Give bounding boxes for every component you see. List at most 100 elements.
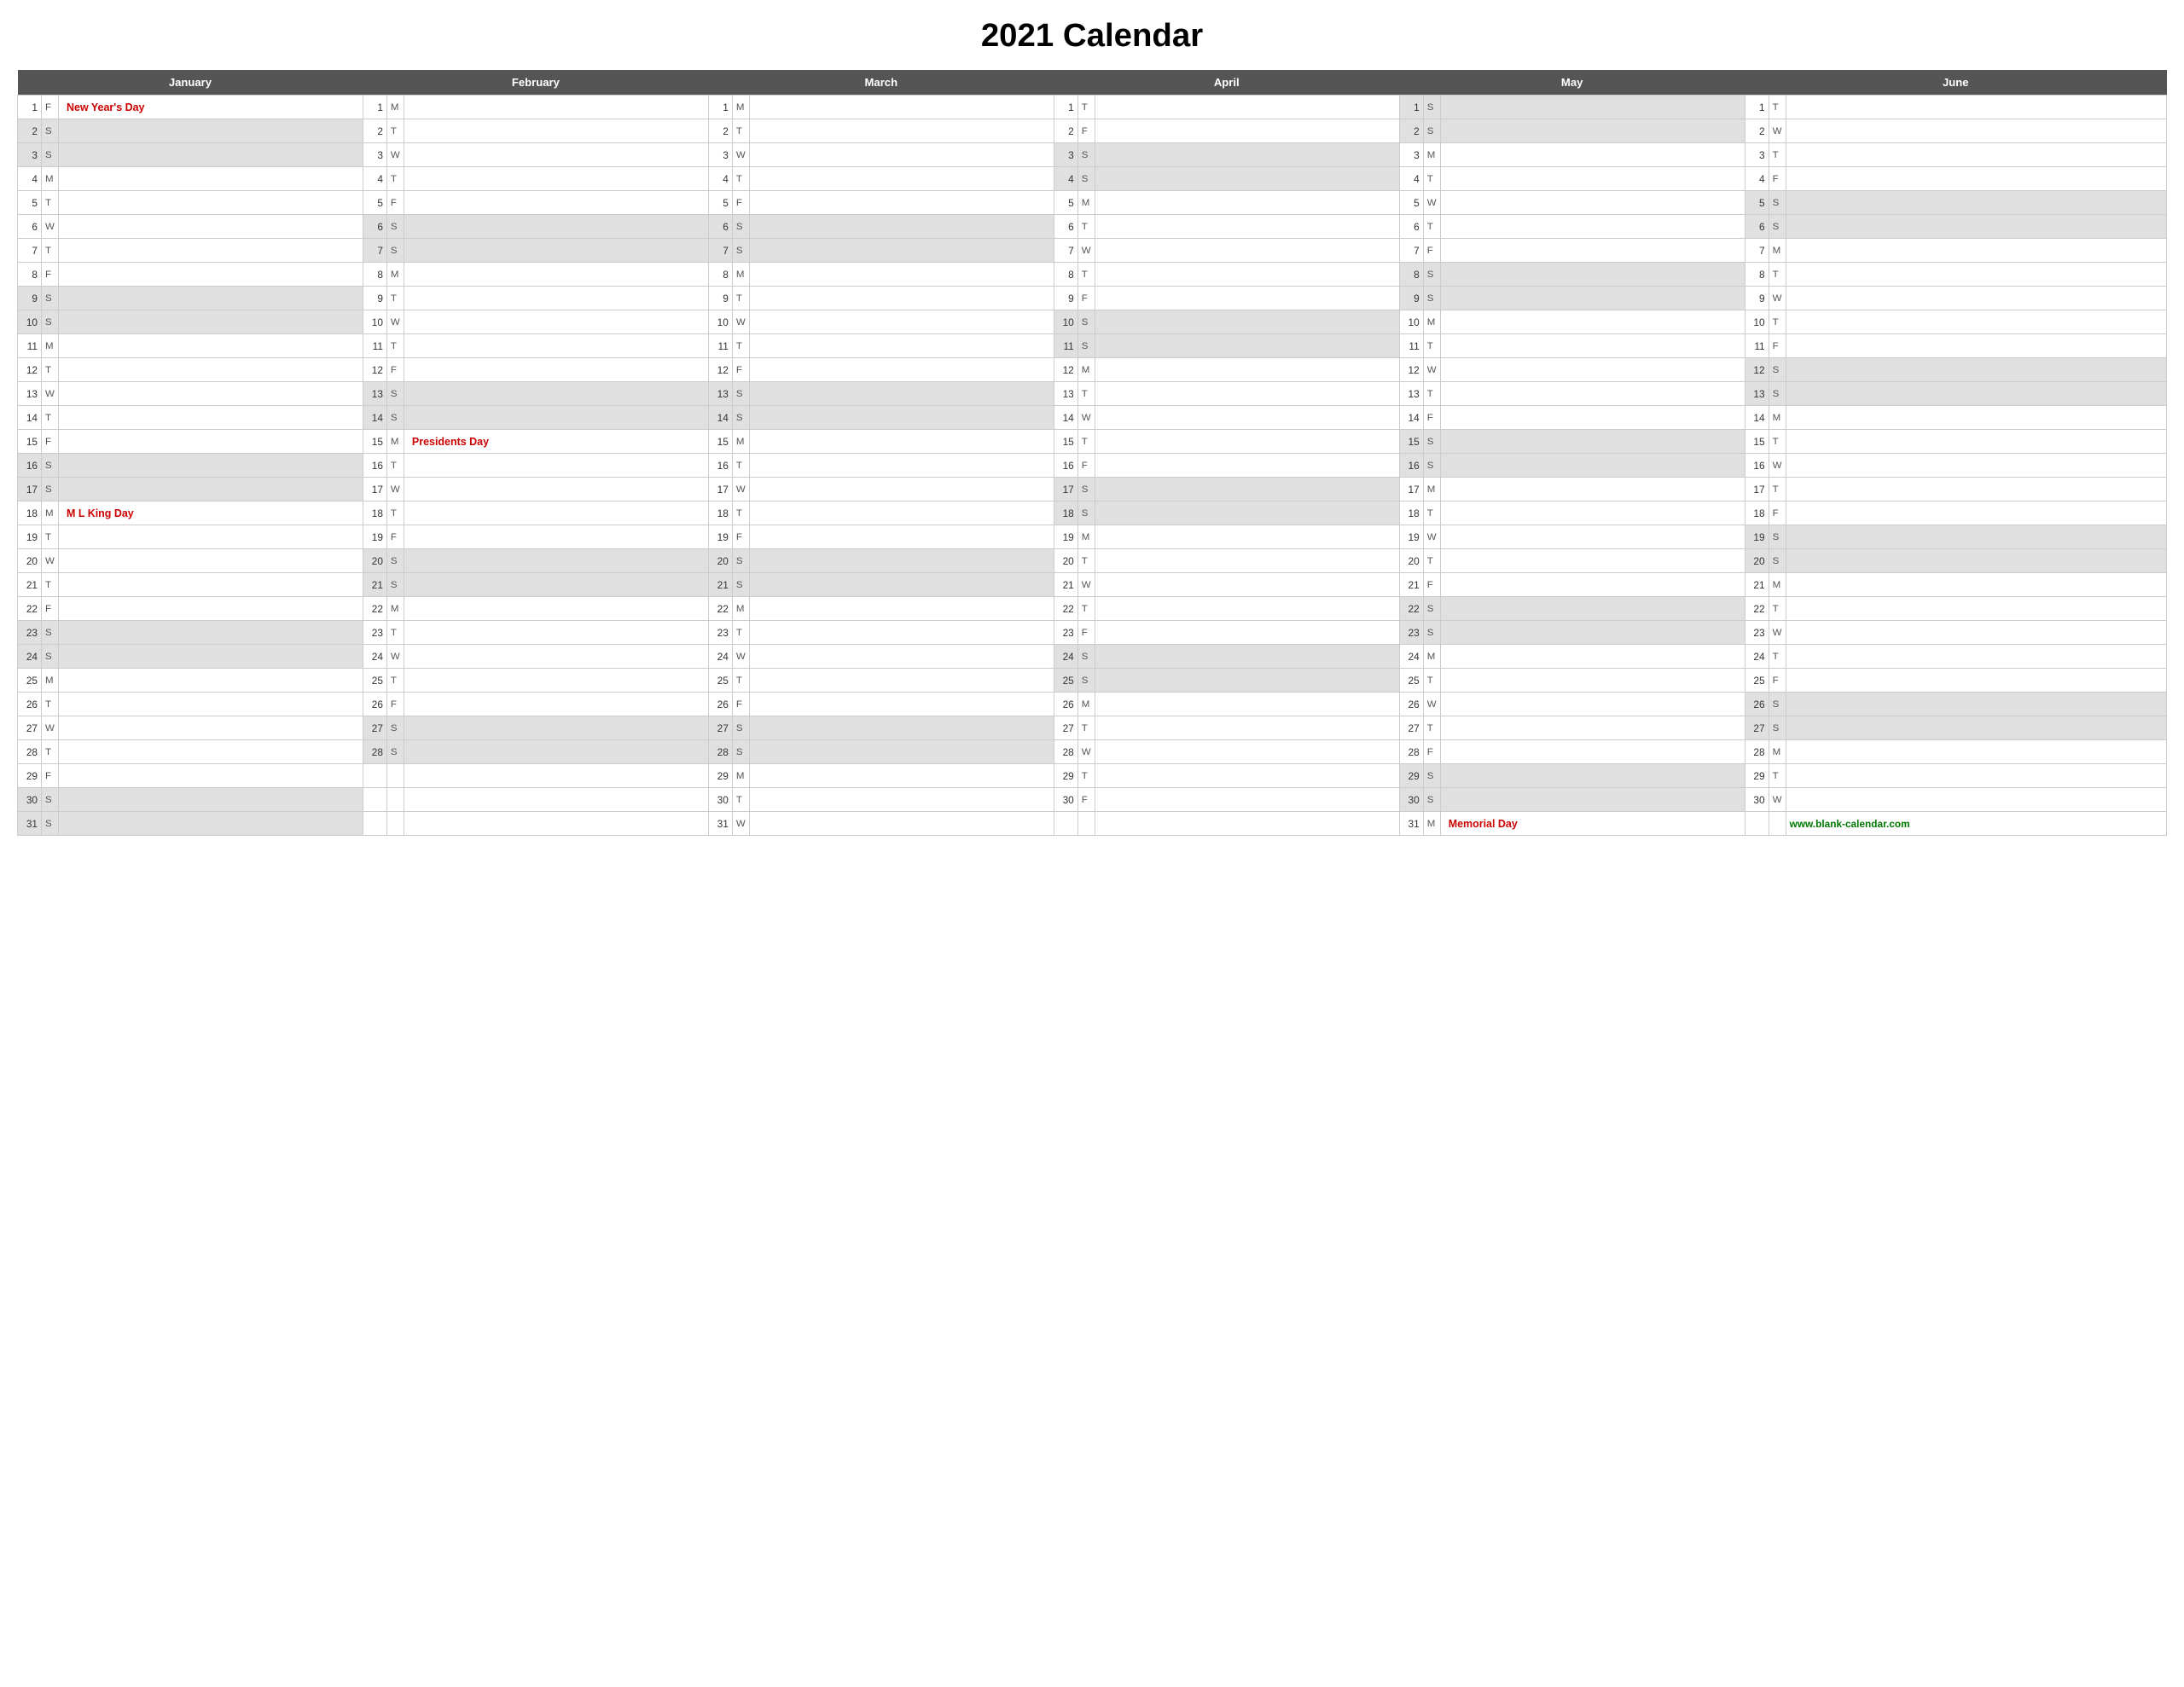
day-number: 15 [1054,430,1077,454]
day-number: 13 [1054,382,1077,406]
day-number: 14 [1399,406,1423,430]
day-number: 13 [18,382,42,406]
calendar-row: 10S10W10W10S10M10T [18,310,2167,334]
day-number: 4 [1054,167,1077,191]
day-letter: S [386,215,404,239]
day-letter: M [1423,310,1440,334]
day-number: 13 [1745,382,1769,406]
day-event [1440,263,1745,287]
day-letter: T [1423,669,1440,693]
day-event [1095,310,1399,334]
day-number: 8 [363,263,386,287]
day-letter: F [732,693,749,716]
day-number: 1 [1745,96,1769,119]
day-number: 4 [1745,167,1769,191]
day-number: 15 [1399,430,1423,454]
day-event [59,812,363,836]
day-event [404,716,708,740]
day-event [404,334,708,358]
day-letter: S [732,549,749,573]
calendar-row: 18MM L King Day18T18T18S18T18F [18,501,2167,525]
day-event [1786,334,2166,358]
day-letter: F [1077,621,1095,645]
day-number: 6 [1745,215,1769,239]
day-letter: S [1077,669,1095,693]
day-event: New Year's Day [59,96,363,119]
day-event [404,96,708,119]
day-event [59,693,363,716]
day-number: 11 [1399,334,1423,358]
day-event [1786,287,2166,310]
day-event [1440,334,1745,358]
calendar-row: 22F22M22M22T22S22T [18,597,2167,621]
day-letter: S [42,287,59,310]
day-letter: T [1769,764,1786,788]
day-event [404,358,708,382]
day-event [1095,454,1399,478]
calendar-row: 5T5F5F5M5W5S [18,191,2167,215]
day-number: 19 [1054,525,1077,549]
calendar-row: 31S31W31MMemorial Daywww.blank-calendar.… [18,812,2167,836]
calendar-row: 24S24W24W24S24M24T [18,645,2167,669]
day-number [1054,812,1077,836]
calendar-row: 14T14S14S14W14F14M [18,406,2167,430]
day-event [749,382,1054,406]
day-letter: S [386,740,404,764]
day-event [404,788,708,812]
day-event [1440,239,1745,263]
day-event [1786,740,2166,764]
day-event [1786,645,2166,669]
day-letter: S [386,382,404,406]
day-letter: S [42,478,59,501]
day-number: 19 [363,525,386,549]
day-number: 11 [708,334,732,358]
day-letter: M [386,263,404,287]
day-letter: T [42,406,59,430]
day-event [404,669,708,693]
day-number: 18 [363,501,386,525]
day-number: 5 [1054,191,1077,215]
day-letter: T [1769,597,1786,621]
day-number: 16 [1745,454,1769,478]
day-number: 14 [363,406,386,430]
day-number: 6 [708,215,732,239]
day-number: 16 [1399,454,1423,478]
day-letter: S [1077,310,1095,334]
day-letter: T [386,167,404,191]
day-number: 17 [18,478,42,501]
day-number: 27 [1399,716,1423,740]
day-number: 2 [1054,119,1077,143]
day-letter: W [42,549,59,573]
day-event [749,263,1054,287]
day-number: 2 [18,119,42,143]
day-letter [1077,812,1095,836]
day-event [404,143,708,167]
day-event [404,310,708,334]
day-number: 27 [18,716,42,740]
day-number: 1 [708,96,732,119]
day-letter: S [42,812,59,836]
day-number: 21 [1399,573,1423,597]
day-event [1440,501,1745,525]
day-event [1095,215,1399,239]
day-event [1095,812,1399,836]
day-number: 6 [363,215,386,239]
day-event [1440,119,1745,143]
day-letter: S [732,215,749,239]
day-letter: M [1769,239,1786,263]
day-number: 25 [1399,669,1423,693]
day-event [59,430,363,454]
day-number: 7 [1054,239,1077,263]
day-event [1786,239,2166,263]
day-event [1786,478,2166,501]
day-number: 11 [18,334,42,358]
day-event [1440,693,1745,716]
day-letter: F [1077,119,1095,143]
calendar-row: 2S2T2T2F2S2W [18,119,2167,143]
april-header: April [1054,70,1399,96]
day-letter: W [732,143,749,167]
day-number: 13 [708,382,732,406]
day-number: 12 [708,358,732,382]
day-event [1440,549,1745,573]
day-event [1440,669,1745,693]
